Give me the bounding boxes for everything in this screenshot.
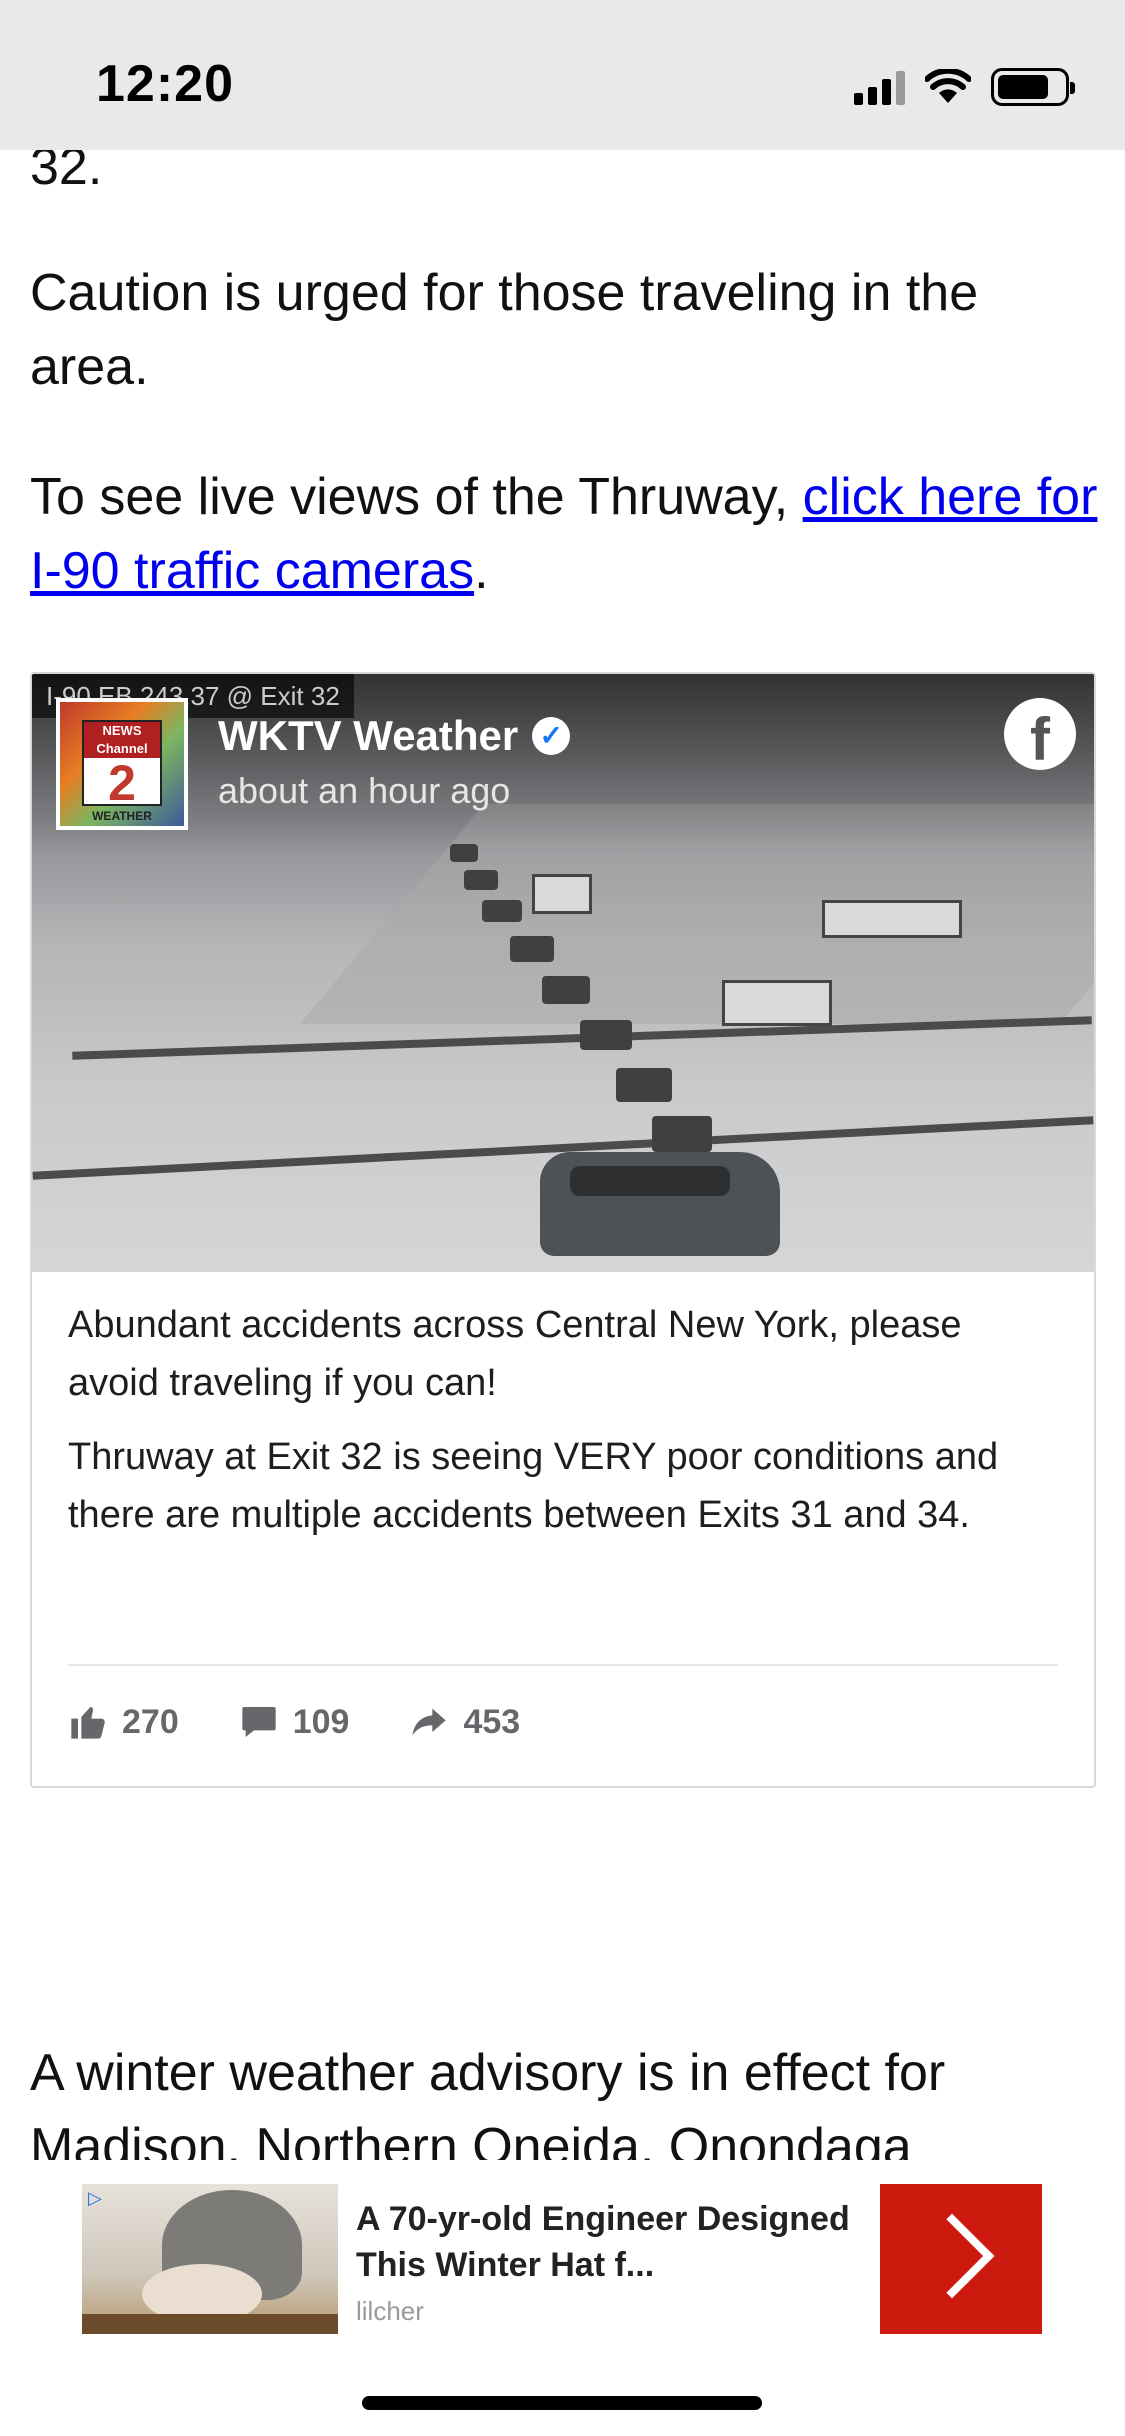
battery-icon xyxy=(991,68,1075,106)
cameras-text: To see live views of the Thruway, xyxy=(30,468,803,526)
vehicle xyxy=(652,1116,712,1152)
vehicle xyxy=(542,976,590,1004)
article-paragraph-caution: Caution is urged for those traveling in … xyxy=(30,264,979,396)
cellular-signal-icon xyxy=(854,69,905,105)
page-name-row[interactable]: WKTV Weather ✓ xyxy=(218,712,571,760)
cameras-period: . xyxy=(474,542,489,600)
ad-choice-icon[interactable]: ▷ xyxy=(88,2188,108,2208)
article-body: 32. Caution is urged for those traveling… xyxy=(0,0,1125,2160)
page-name[interactable]: WKTV Weather xyxy=(218,712,518,760)
truck xyxy=(532,874,592,914)
likes-count: 270 xyxy=(122,1702,179,1741)
vehicle xyxy=(510,936,554,962)
page-logo[interactable]: NEWS Channel 2 WEATHER xyxy=(56,698,188,830)
suv xyxy=(540,1152,780,1256)
status-time: 12:20 xyxy=(96,55,234,113)
logo-number: 2 xyxy=(108,755,136,811)
vehicle xyxy=(464,870,498,890)
vehicle xyxy=(580,1020,632,1050)
article-paragraph-advisory: A winter weather advisory is in effect f… xyxy=(30,2044,946,2160)
share-icon xyxy=(412,1708,447,1736)
ad-title[interactable]: A 70-yr-old Engineer Designed This Winte… xyxy=(356,2196,876,2288)
wifi-icon xyxy=(925,69,971,103)
logo-bottom-text: WEATHER xyxy=(92,809,152,823)
vehicle xyxy=(482,900,522,922)
post-text-line-1: Abundant accidents across Central New Yo… xyxy=(68,1304,962,1404)
vehicle xyxy=(616,1068,672,1102)
logo-top-text: NEWS Channel xyxy=(84,722,160,758)
truck xyxy=(722,980,832,1026)
post-text: Abundant accidents across Central New Yo… xyxy=(68,1296,1058,1560)
likes-stat[interactable]: 270 xyxy=(68,1702,179,1742)
post-image[interactable]: I-90 EB 243.37 @ Exit 32 NEWS Channel 2 … xyxy=(32,674,1094,1272)
divider xyxy=(68,1664,1058,1666)
facebook-post-embed[interactable]: I-90 EB 243.37 @ Exit 32 NEWS Channel 2 … xyxy=(30,672,1096,1788)
post-text-line-2: Thruway at Exit 32 is seeing VERY poor c… xyxy=(68,1436,999,1536)
ad-image[interactable] xyxy=(82,2184,338,2334)
comments-stat[interactable]: 109 xyxy=(239,1702,350,1742)
shares-stat[interactable]: 453 xyxy=(409,1702,520,1742)
ad-source: lilcher xyxy=(356,2296,424,2326)
ad-image-strip xyxy=(82,2314,338,2334)
shares-count: 453 xyxy=(463,1702,521,1741)
channel-badge: NEWS Channel 2 WEATHER xyxy=(82,720,162,823)
comments-count: 109 xyxy=(292,1702,350,1741)
comment-icon xyxy=(242,1707,276,1737)
home-indicator[interactable] xyxy=(362,2396,762,2410)
chevron-right-icon xyxy=(909,2213,995,2299)
verified-icon: ✓ xyxy=(532,717,571,755)
post-timestamp[interactable]: about an hour ago xyxy=(218,770,510,812)
like-icon xyxy=(71,1707,105,1739)
ad-open-button[interactable] xyxy=(880,2184,1042,2334)
status-icons xyxy=(854,66,1075,108)
post-stats: 270 109 453 xyxy=(68,1702,520,1742)
facebook-icon[interactable]: f xyxy=(1004,698,1076,770)
sponsored-ad[interactable]: ▷ A 70-yr-old Engineer Designed This Win… xyxy=(82,2184,1042,2334)
truck xyxy=(822,900,962,938)
status-bar: 12:20 xyxy=(0,0,1125,150)
article-paragraph-cameras: To see live views of the Thruway, click … xyxy=(30,460,1100,608)
